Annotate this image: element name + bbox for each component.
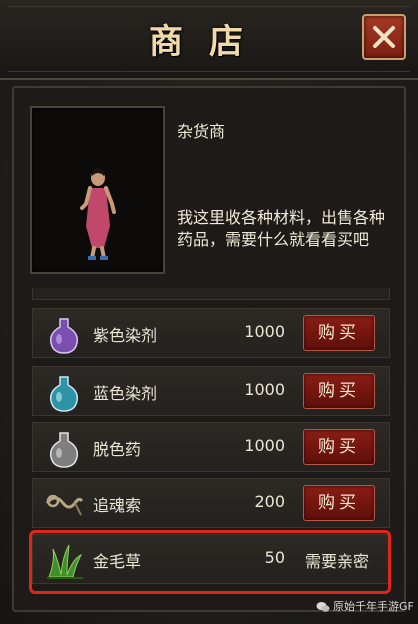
npc-dialog: 我这里收各种材料，出售各种药品，需要什么就看看买吧 <box>177 208 386 249</box>
item-price: 200 <box>254 492 285 511</box>
buy-button[interactable]: 购买 <box>303 315 375 351</box>
item-name: 紫色染剂 <box>93 326 158 345</box>
purple-potion-icon <box>49 318 79 354</box>
watermark: 原始千年手游GF <box>316 598 414 614</box>
close-button[interactable] <box>362 14 406 60</box>
close-icon <box>373 26 395 48</box>
grey-potion-icon <box>49 432 79 468</box>
item-price: 1000 <box>244 436 285 455</box>
shop-window: 商店 杂货商 我这里收各种材料，出售各种药品，需要什么就看看买吧 紫色染剂 10… <box>0 0 418 624</box>
item-price: 1000 <box>244 380 285 399</box>
list-item[interactable]: 紫色染剂 1000 购买 <box>32 308 390 358</box>
window-title: 商店 <box>149 22 269 62</box>
highlight-box <box>29 530 391 594</box>
merchant-figure-icon <box>80 168 116 260</box>
wechat-icon <box>316 602 330 612</box>
item-name: 追魂索 <box>93 496 142 515</box>
list-item[interactable]: 追魂索 200 购买 <box>32 478 390 528</box>
list-item[interactable]: 脱色药 1000 购买 <box>32 422 390 472</box>
buy-button[interactable]: 购买 <box>303 373 375 409</box>
rope-icon <box>45 494 83 516</box>
npc-name: 杂货商 <box>177 122 226 141</box>
title-bar: 商店 <box>0 0 418 80</box>
item-price: 1000 <box>244 322 285 341</box>
blue-potion-icon <box>49 376 79 412</box>
watermark-text: 原始千年手游GF <box>333 600 414 613</box>
buy-button[interactable]: 购买 <box>303 429 375 465</box>
item-name: 蓝色染剂 <box>93 384 158 403</box>
npc-portrait <box>30 106 165 274</box>
list-item[interactable]: 蓝色染剂 1000 购买 <box>32 366 390 416</box>
list-item <box>32 288 390 300</box>
buy-button[interactable]: 购买 <box>303 485 375 521</box>
item-name: 脱色药 <box>93 440 142 459</box>
